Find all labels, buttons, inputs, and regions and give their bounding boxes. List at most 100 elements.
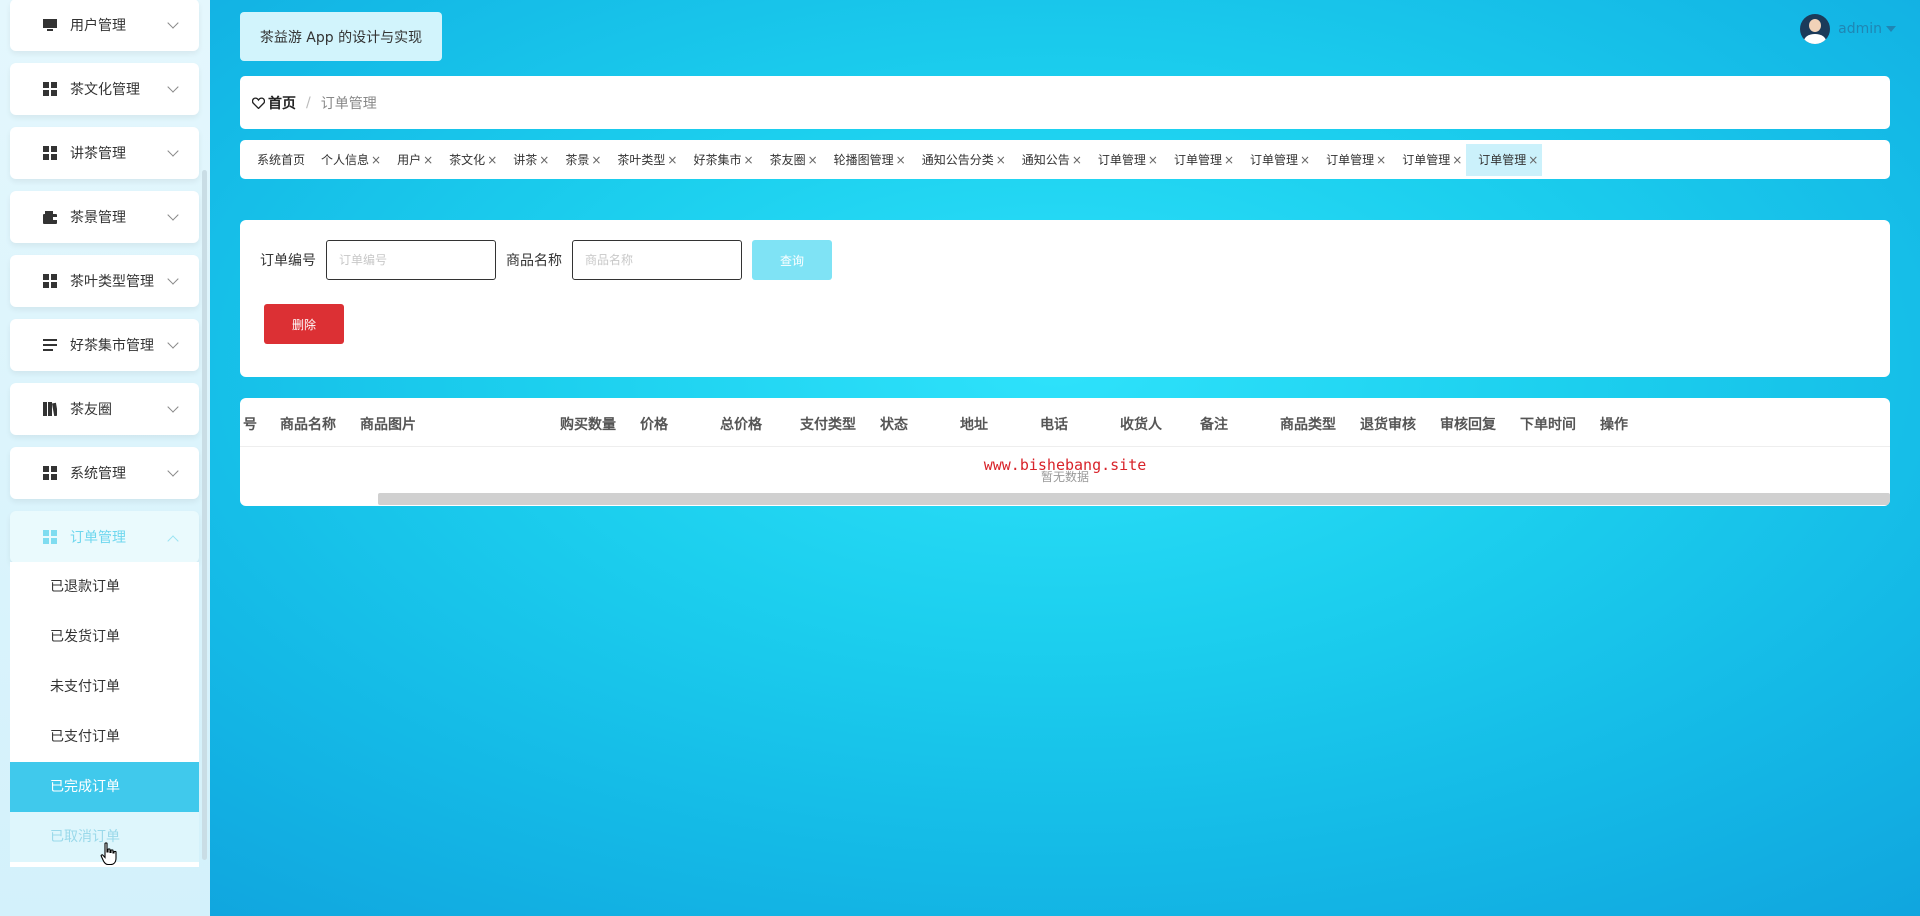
close-icon[interactable]: × xyxy=(896,153,906,167)
heart-icon xyxy=(252,96,265,109)
chevron-down-icon xyxy=(167,17,179,29)
sidebar-item-tea-market[interactable]: 好茶集市管理 xyxy=(10,319,199,371)
query-button[interactable]: 查询 xyxy=(752,240,832,280)
tab-tea-talk[interactable]: 讲茶 × xyxy=(501,144,553,176)
close-icon[interactable]: × xyxy=(591,153,601,167)
tab-orders[interactable]: 订单管理 × xyxy=(1390,144,1466,176)
column-header: 电话 xyxy=(1040,417,1068,433)
tab-orders[interactable]: 订单管理 × xyxy=(1314,144,1390,176)
close-icon[interactable]: × xyxy=(1224,153,1234,167)
column-header: 地址 xyxy=(960,417,988,433)
breadcrumb-home[interactable]: 首页 xyxy=(252,93,296,113)
tab-label: 用户 xyxy=(397,153,422,167)
tab-tea-scenery[interactable]: 茶景 × xyxy=(553,144,605,176)
column-header: 商品名称 xyxy=(280,417,336,433)
tab-notice-category[interactable]: 通知公告分类 × xyxy=(910,144,1010,176)
avatar xyxy=(1800,14,1831,44)
close-icon[interactable]: × xyxy=(1072,153,1082,167)
column-header: 总价格 xyxy=(720,417,762,433)
sidebar-item-label: 茶友圈 xyxy=(70,402,112,418)
sidebar-item-tea-type[interactable]: 茶叶类型管理 xyxy=(10,255,199,307)
close-icon[interactable]: × xyxy=(1300,153,1310,167)
tab-tea-friends[interactable]: 茶友圈 × xyxy=(758,144,822,176)
tab-tea-market[interactable]: 好茶集市 × xyxy=(681,144,757,176)
breadcrumb-home-label: 首页 xyxy=(268,95,296,112)
sidebar-item-system[interactable]: 系统管理 xyxy=(10,447,199,499)
product-name-input[interactable] xyxy=(572,240,742,280)
tab-system-home[interactable]: 系统首页 xyxy=(245,144,309,176)
tab-orders[interactable]: 订单管理 × xyxy=(1238,144,1314,176)
sidebar-item-tea-talk[interactable]: 讲茶管理 xyxy=(10,127,199,179)
submenu-item-refunded[interactable]: 已退款订单 xyxy=(10,562,199,612)
tab-profile[interactable]: 个人信息 × xyxy=(309,144,385,176)
column-header: 商品图片 xyxy=(360,417,416,433)
sidebar-item-label: 系统管理 xyxy=(70,466,126,482)
sidebar-scrollbar[interactable] xyxy=(202,170,207,860)
submenu-item-paid[interactable]: 已支付订单 xyxy=(10,712,199,762)
close-icon[interactable]: × xyxy=(996,153,1006,167)
column-header: 退货审核 xyxy=(1360,417,1416,433)
tab-label: 订单管理 xyxy=(1173,153,1222,167)
submenu-item-unpaid[interactable]: 未支付订单 xyxy=(10,662,199,712)
tab-tea-culture[interactable]: 茶文化 × xyxy=(437,144,501,176)
close-icon[interactable]: × xyxy=(539,153,549,167)
column-header: 备注 xyxy=(1200,417,1228,433)
close-icon[interactable]: × xyxy=(423,153,433,167)
tab-carousel[interactable]: 轮播图管理 × xyxy=(822,144,910,176)
close-icon[interactable]: × xyxy=(1452,153,1462,167)
column-header: 状态 xyxy=(880,417,908,433)
submenu-item-completed[interactable]: 已完成订单 xyxy=(10,762,199,812)
sidebar-item-orders[interactable]: 订单管理 xyxy=(10,511,199,563)
tab-notice[interactable]: 通知公告 × xyxy=(1010,144,1086,176)
sidebar-item-tea-scenery[interactable]: 茶景管理 xyxy=(10,191,199,243)
close-icon[interactable]: × xyxy=(1376,153,1386,167)
tab-orders[interactable]: 订单管理 × xyxy=(1162,144,1238,176)
tab-label: 系统首页 xyxy=(257,153,306,167)
close-icon[interactable]: × xyxy=(1528,153,1538,167)
submenu-item-shipped[interactable]: 已发货订单 xyxy=(10,612,199,662)
tab-label: 好茶集市 xyxy=(693,153,742,167)
chevron-down-icon xyxy=(167,401,179,413)
tab-label: 订单管理 xyxy=(1402,153,1451,167)
monitor-icon xyxy=(42,17,58,33)
close-icon[interactable]: × xyxy=(371,153,381,167)
tab-label: 讲茶 xyxy=(513,153,538,167)
sidebar-item-label: 订单管理 xyxy=(70,530,126,546)
close-icon[interactable]: × xyxy=(744,153,754,167)
sidebar-item-tea-culture[interactable]: 茶文化管理 xyxy=(10,63,199,115)
tab-label: 轮播图管理 xyxy=(833,153,894,167)
wallet-icon xyxy=(42,209,58,225)
delete-button[interactable]: 删除 xyxy=(264,304,344,344)
close-icon[interactable]: × xyxy=(1148,153,1158,167)
sidebar-item-label: 讲茶管理 xyxy=(70,146,126,162)
sidebar-item-user-management[interactable]: 用户管理 xyxy=(10,0,199,51)
tab-label: 订单管理 xyxy=(1250,153,1299,167)
close-icon[interactable]: × xyxy=(487,153,497,167)
product-name-label: 商品名称 xyxy=(506,253,562,269)
column-header: 号 xyxy=(243,417,257,433)
watermark: www.bishebang.site xyxy=(983,456,1147,474)
column-header: 下单时间 xyxy=(1520,417,1576,433)
sidebar-item-tea-friends[interactable]: 茶友圈 xyxy=(10,383,199,435)
tab-orders[interactable]: 订单管理 × xyxy=(1086,144,1162,176)
user-menu[interactable]: admin xyxy=(1800,14,1896,44)
tab-users[interactable]: 用户 × xyxy=(385,144,437,176)
app-title: 茶益游 App 的设计与实现 xyxy=(240,12,442,61)
username: admin xyxy=(1838,21,1882,37)
caret-down-icon xyxy=(1886,26,1896,32)
column-header: 价格 xyxy=(640,417,668,433)
horizontal-scrollbar[interactable] xyxy=(378,493,1890,505)
tabs-bar: 系统首页 个人信息 × 用户 × 茶文化 × 讲茶 × 茶景 × 茶叶类型 × 好茶集市 × … xyxy=(240,140,1890,179)
close-icon[interactable]: × xyxy=(667,153,677,167)
tab-tea-type[interactable]: 茶叶类型 × xyxy=(605,144,681,176)
grid-icon xyxy=(42,465,58,481)
sidebar-item-label: 茶景管理 xyxy=(70,210,126,226)
close-icon[interactable]: × xyxy=(808,153,818,167)
column-header: 操作 xyxy=(1600,417,1628,433)
order-no-input[interactable] xyxy=(326,240,496,280)
tab-label: 订单管理 xyxy=(1326,153,1375,167)
tab-label: 茶友圈 xyxy=(769,153,806,167)
sidebar-item-label: 茶叶类型管理 xyxy=(70,274,154,290)
tab-orders-active[interactable]: 订单管理 × xyxy=(1466,143,1543,176)
tab-label: 通知公告 xyxy=(1021,153,1070,167)
